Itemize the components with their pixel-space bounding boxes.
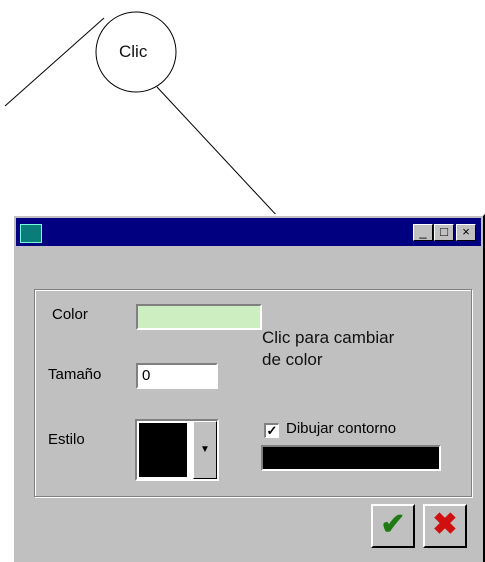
click-bubble-label: Clic [119, 42, 148, 61]
x-icon: ✖ [432, 508, 458, 541]
ok-button[interactable]: ✔ [371, 504, 415, 548]
color-hint-line2: de color [262, 350, 323, 369]
size-input[interactable]: 0 [136, 363, 218, 389]
color-label: Color [52, 306, 88, 323]
outline-label: Dibujar contorno [286, 420, 397, 437]
minimize-button[interactable]: _ [413, 224, 433, 241]
dropdown-arrow-icon[interactable]: ▼ [193, 421, 217, 479]
maximize-icon: □ [440, 224, 448, 239]
color-swatch-button[interactable] [136, 304, 262, 330]
app-icon [20, 224, 42, 243]
style-label: Estilo [48, 431, 85, 448]
color-hint-line1: Clic para cambiar [262, 328, 395, 347]
close-icon: × [462, 224, 470, 239]
title-bar[interactable]: _ □ × [16, 218, 481, 246]
minimize-icon: _ [419, 224, 427, 239]
checkmark-icon: ✔ [380, 508, 406, 541]
close-button[interactable]: × [456, 224, 476, 241]
pointer-line-left [4, 17, 105, 107]
outline-color-button[interactable] [261, 445, 441, 471]
cancel-button[interactable]: ✖ [423, 504, 467, 548]
size-label: Tamaño [48, 366, 102, 383]
style-dropdown[interactable]: ▼ [135, 419, 219, 481]
style-preview [139, 423, 187, 477]
dialog-window: _ □ × Color Tamaño 0 Estilo ▼ ✓ Dibujar … [12, 214, 485, 562]
outline-checkbox[interactable]: ✓ [264, 423, 279, 438]
maximize-button[interactable]: □ [434, 224, 454, 241]
